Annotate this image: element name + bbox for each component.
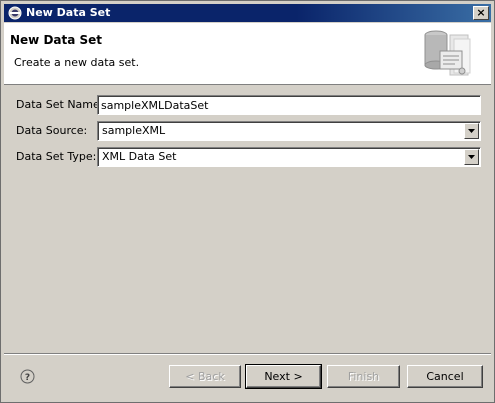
wizard-banner: New Data Set Create a new data set. [4, 23, 491, 85]
close-icon: × [476, 6, 486, 19]
data-set-type-value: XML Data Set [102, 150, 177, 163]
data-source-value: sampleXML [102, 124, 166, 137]
chevron-down-icon [468, 129, 475, 133]
data-set-name-label: Data Set Name: [16, 98, 104, 111]
chevron-down-icon [468, 155, 475, 159]
banner-title: New Data Set [10, 33, 103, 47]
title-bar[interactable]: New Data Set × [4, 4, 491, 22]
back-button[interactable]: < Back [169, 365, 241, 388]
help-icon[interactable]: ? [20, 369, 35, 384]
database-wizard-icon [424, 30, 471, 76]
banner-description: Create a new data set. [14, 56, 140, 69]
data-set-type-label: Data Set Type: [16, 150, 97, 163]
finish-button[interactable]: Finish [327, 365, 400, 388]
data-source-label: Data Source: [16, 124, 88, 137]
data-set-name-input[interactable] [97, 95, 481, 115]
footer-separator [4, 353, 491, 355]
data-source-select[interactable]: sampleXML [97, 121, 481, 141]
cancel-button[interactable]: Cancel [407, 365, 483, 388]
data-source-dropdown-button[interactable] [464, 123, 479, 139]
close-button[interactable]: × [473, 6, 489, 20]
window-title: New Data Set [26, 6, 111, 19]
eclipse-app-icon [8, 6, 22, 20]
data-set-type-select[interactable]: XML Data Set [97, 147, 481, 167]
svg-text:?: ? [25, 373, 30, 383]
new-data-set-dialog: New Data Set × New Data Set Create a new… [0, 0, 495, 403]
next-button[interactable]: Next > [245, 364, 322, 389]
data-set-type-dropdown-button[interactable] [464, 149, 479, 165]
